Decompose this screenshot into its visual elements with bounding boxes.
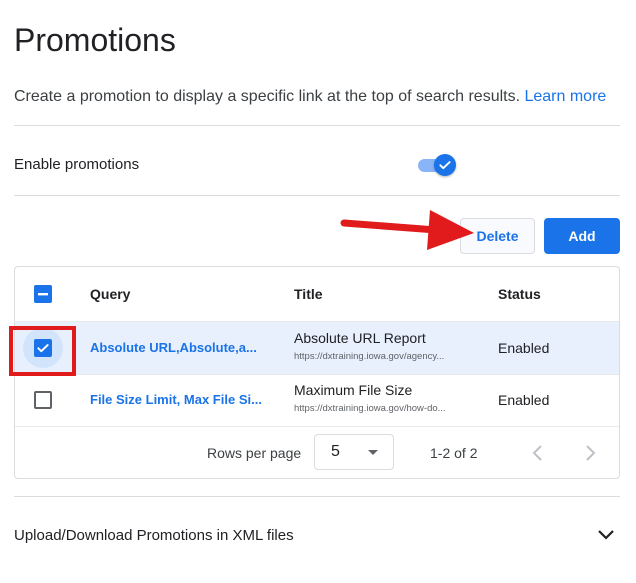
page-title: Promotions [14,22,176,58]
promotion-title: Maximum File Size [294,382,413,398]
promotions-table: Query Title Status Absolute URL,Absolute… [14,266,620,479]
add-button[interactable]: Add [544,218,620,254]
column-header-status[interactable]: Status [498,286,541,302]
rows-per-page-value: 5 [331,443,340,460]
query-link[interactable]: Absolute URL,Absolute,a... [90,340,270,355]
dropdown-caret-icon [368,450,378,455]
toggle-knob [434,154,456,176]
rows-per-page-label: Rows per page [207,445,302,461]
column-header-query[interactable]: Query [90,286,130,302]
row-divider [15,426,619,427]
column-header-title[interactable]: Title [294,286,323,302]
annotation-arrow-icon [340,210,474,250]
divider [14,496,620,497]
row-divider [15,374,619,375]
pagination-range: 1-2 of 2 [430,445,478,461]
chevron-left-icon[interactable] [531,445,545,461]
status-text: Enabled [498,392,550,408]
page-description: Create a promotion to display a specific… [14,88,606,106]
check-icon [439,161,451,170]
status-text: Enabled [498,340,550,356]
promotion-title: Absolute URL Report [294,330,426,346]
select-all-checkbox[interactable] [34,285,52,303]
learn-more-link[interactable]: Learn more [524,88,606,105]
rows-per-page-select[interactable]: 5 [314,434,394,470]
row-checkbox[interactable] [34,391,52,409]
description-text: Create a promotion to display a specific… [14,88,521,105]
promotion-url: https://dxtraining.iowa.gov/how-do... [294,403,446,414]
divider [14,195,620,196]
divider [14,125,620,126]
promotion-url: https://dxtraining.iowa.gov/agency... [294,351,445,362]
enable-promotions-label: Enable promotions [14,156,140,173]
chevron-down-icon[interactable] [597,528,615,542]
annotation-highlight-box [9,326,76,376]
query-link[interactable]: File Size Limit, Max File Si... [90,392,270,407]
chevron-right-icon[interactable] [583,445,597,461]
indeterminate-icon [38,293,48,296]
upload-download-section-label[interactable]: Upload/Download Promotions in XML files [14,527,294,544]
enable-promotions-toggle[interactable] [418,153,458,177]
